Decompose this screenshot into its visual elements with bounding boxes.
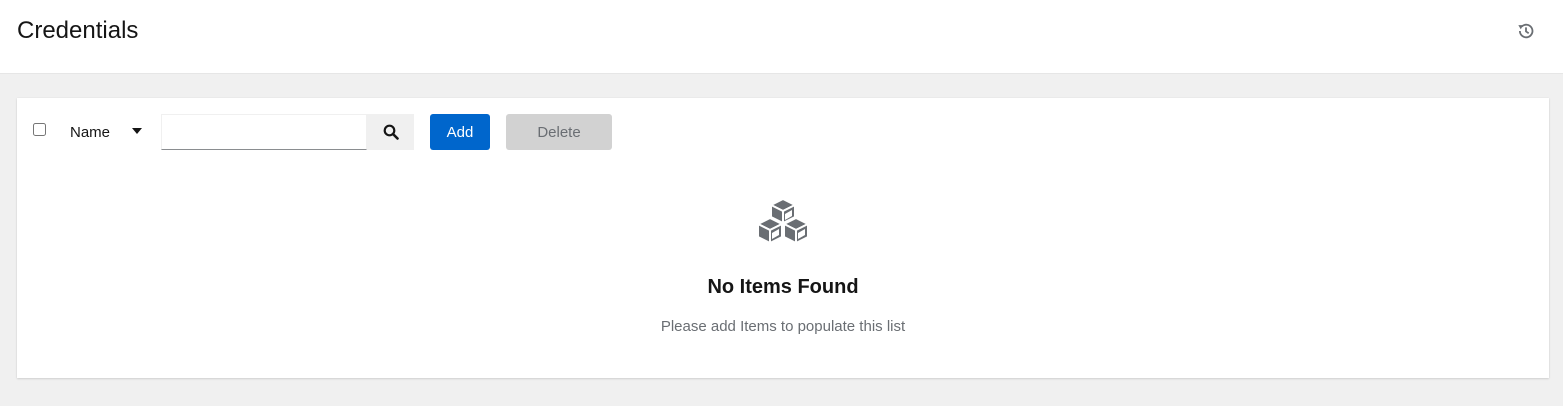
history-button[interactable] xyxy=(1515,20,1537,42)
add-button[interactable]: Add xyxy=(430,114,490,150)
empty-state-body: Please add Items to populate this list xyxy=(660,318,906,335)
select-all-checkbox[interactable] xyxy=(33,123,46,136)
empty-state: No Items Found Please add Items to popul… xyxy=(17,198,1549,337)
empty-state-title: No Items Found xyxy=(707,276,859,298)
cubes-icon xyxy=(757,198,809,244)
search-icon xyxy=(383,124,399,140)
delete-button[interactable]: Delete xyxy=(506,114,612,150)
filter-field-label: Name xyxy=(70,123,111,141)
history-icon xyxy=(1518,23,1534,39)
caret-down-icon xyxy=(132,128,142,134)
page-title: Credentials xyxy=(17,17,139,44)
filter-field-dropdown[interactable]: Name xyxy=(55,114,161,150)
search-button[interactable] xyxy=(367,114,414,150)
credentials-list-card: Name Add Delete No Items Found Please ad… xyxy=(17,98,1549,378)
search-input[interactable] xyxy=(161,114,367,150)
page-header: Credentials xyxy=(0,0,1563,74)
